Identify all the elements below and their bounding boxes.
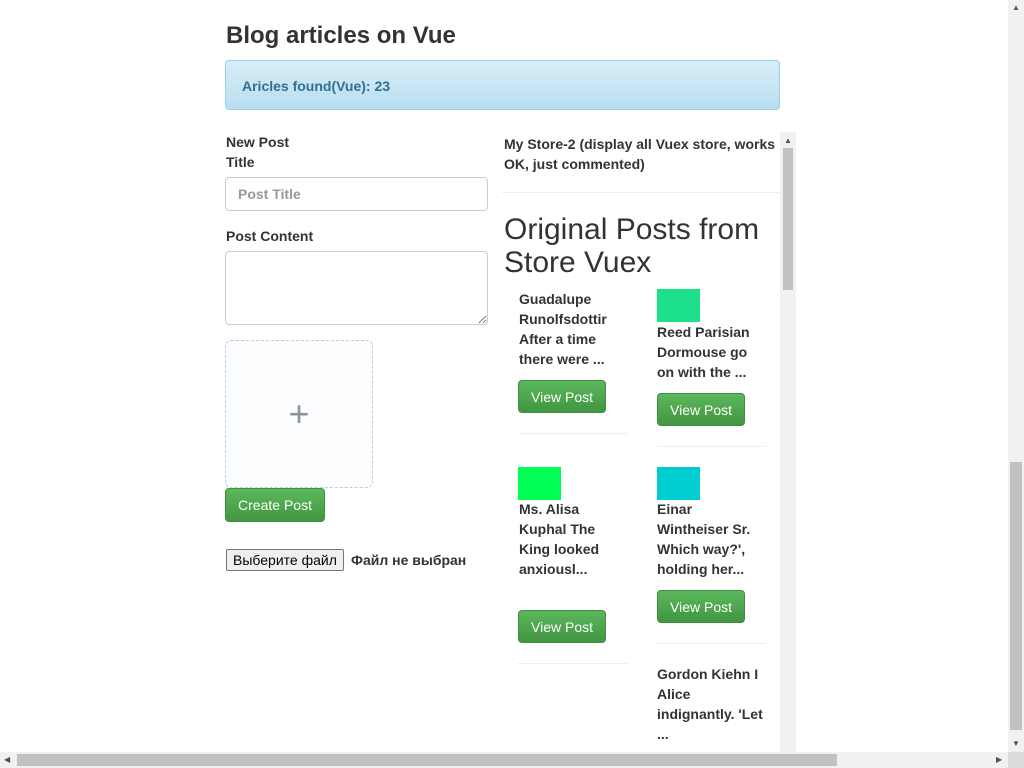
page: Blog articles on Vue Aricles found(Vue):… [0, 0, 1008, 752]
post-card-text: Ms. Alisa Kuphal The King looked anxious… [519, 501, 600, 577]
store-title: My Store-2 (display all Vuex store, work… [504, 136, 776, 172]
post-title-input[interactable] [225, 177, 488, 211]
divider [518, 663, 627, 664]
post-thumbnail [657, 289, 700, 322]
post-card-text: Reed Parisian Dormouse go on with the ..… [657, 324, 750, 380]
scroll-down-arrow-icon[interactable]: ▼ [1012, 740, 1020, 748]
articles-found-alert: Aricles found(Vue): 23 [225, 60, 780, 110]
scroll-right-arrow-icon[interactable]: ▶ [996, 756, 1002, 764]
scrollbar-corner [1008, 752, 1024, 768]
post-thumbnail [657, 467, 700, 500]
scroll-up-arrow-icon[interactable]: ▲ [784, 137, 792, 145]
post-card-text: Gordon Kiehn I Alice indignantly. 'Let .… [657, 666, 763, 742]
plus-icon: + [288, 393, 310, 434]
post-card-text: Guadalupe Runolfsdottir After a time the… [519, 291, 607, 367]
post-content-textarea[interactable] [225, 251, 488, 325]
title-label: Title [226, 154, 255, 170]
store-scrollbar-thumb[interactable] [783, 148, 793, 290]
page-horizontal-scrollbar-thumb[interactable] [17, 754, 837, 766]
file-status-text: Файл не выбран [351, 552, 467, 568]
view-post-button[interactable]: View Post [657, 393, 745, 426]
new-post-heading: New Post [226, 134, 290, 150]
divider [518, 433, 627, 434]
divider [657, 643, 766, 644]
store-heading: Original Posts from Store Vuex [504, 213, 760, 279]
post-card-text: Einar Wintheiser Sr. Which way?', holdin… [657, 501, 751, 577]
post-content-label: Post Content [226, 228, 314, 244]
choose-file-button[interactable]: Выберите файл [226, 549, 344, 571]
page-vertical-scrollbar-thumb[interactable] [1010, 462, 1022, 730]
page-title: Blog articles on Vue [226, 22, 456, 49]
divider [657, 446, 766, 447]
view-post-button[interactable]: View Post [518, 380, 606, 413]
divider [502, 192, 780, 193]
post-thumbnail [518, 467, 561, 500]
scroll-left-arrow-icon[interactable]: ◀ [4, 756, 10, 764]
view-post-button[interactable]: View Post [657, 590, 745, 623]
store-panel[interactable]: My Store-2 (display all Vuex store, work… [502, 132, 796, 752]
scroll-up-arrow-icon[interactable]: ▲ [1012, 4, 1020, 12]
image-uploader[interactable]: + [225, 340, 373, 488]
view-post-button[interactable]: View Post [518, 610, 606, 643]
create-post-button[interactable]: Create Post [225, 488, 325, 522]
